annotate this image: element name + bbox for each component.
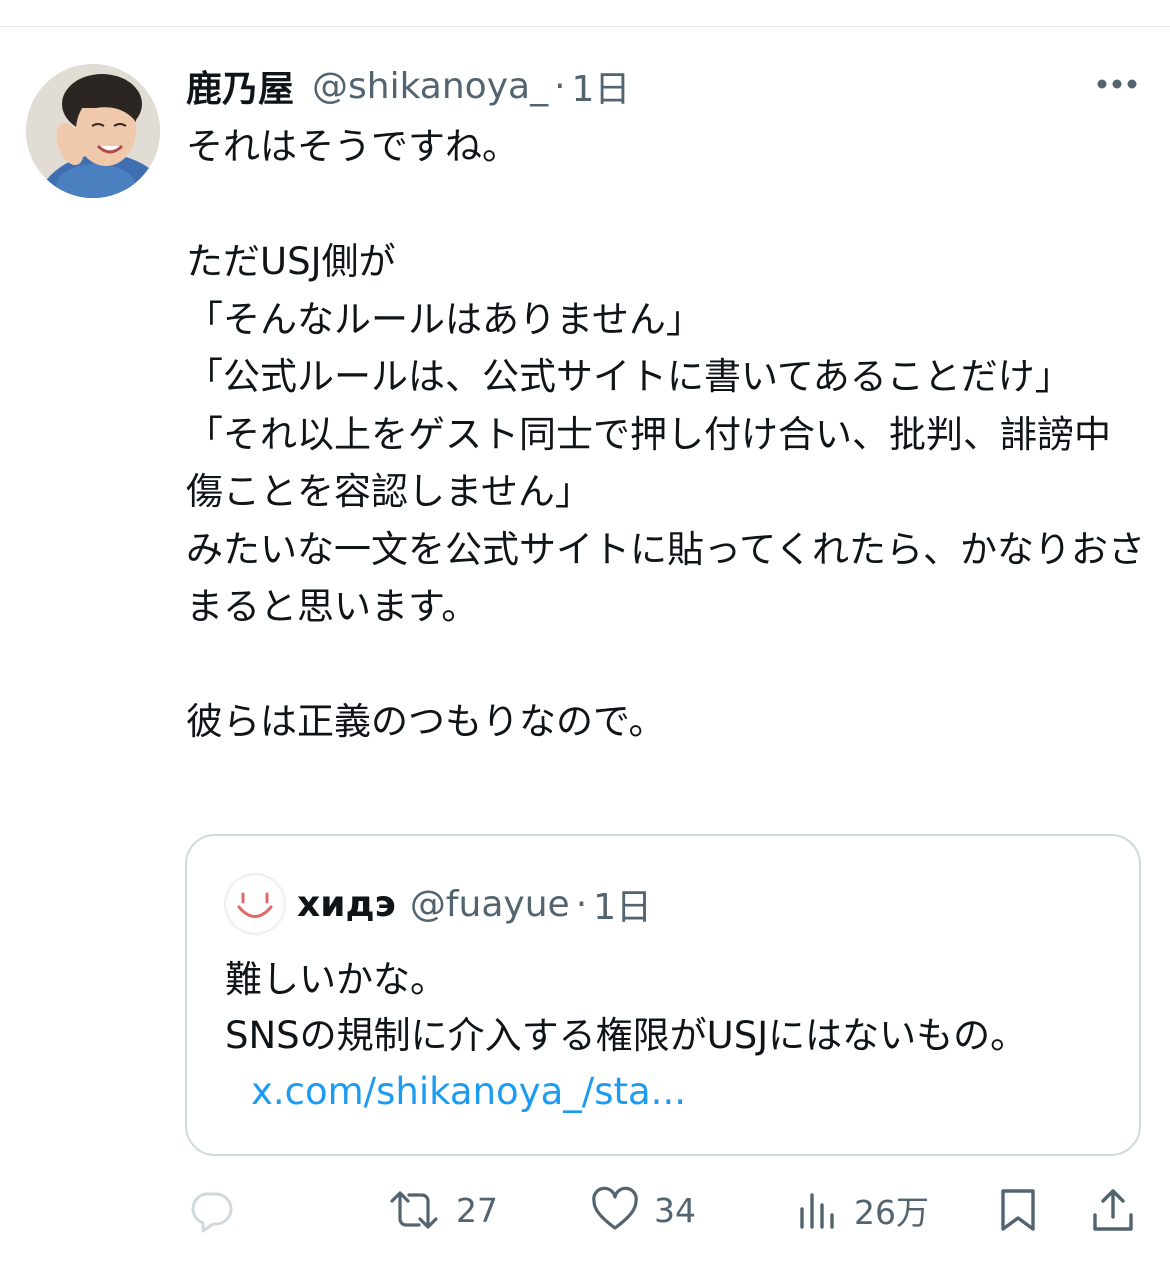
- heart-icon: [592, 1186, 638, 1230]
- smiley-avatar-icon: [225, 874, 285, 934]
- action-bar: 27 34 26万: [0, 1178, 1170, 1242]
- quote-separator-dot: ·: [575, 883, 588, 925]
- retweet-button[interactable]: 27: [386, 1178, 498, 1242]
- views-icon: [800, 1193, 834, 1229]
- timestamp[interactable]: 1日: [572, 60, 631, 112]
- quote-timestamp[interactable]: 1日: [593, 878, 652, 930]
- quote-header: хидэ @fuayue · 1日: [297, 878, 652, 930]
- quote-display-name[interactable]: хидэ: [297, 884, 396, 925]
- share-icon: [1093, 1189, 1133, 1231]
- more-dots-icon: [1097, 79, 1137, 89]
- avatar-photo: [26, 64, 160, 198]
- like-button[interactable]: 34: [590, 1178, 696, 1242]
- bookmark-icon: [1001, 1189, 1035, 1231]
- quote-tweet[interactable]: хидэ @fuayue · 1日 難しいかな。 SNSの規制に介入する権限がU…: [185, 834, 1141, 1156]
- quote-link[interactable]: x.com/shikanoya_/sta...: [251, 1070, 686, 1113]
- separator-dot: ·: [554, 65, 566, 107]
- reply-button[interactable]: [186, 1178, 250, 1242]
- views-button[interactable]: 26万: [796, 1178, 929, 1242]
- retweet-count: 27: [456, 1190, 498, 1230]
- more-button[interactable]: [1090, 66, 1144, 102]
- share-button[interactable]: [1090, 1178, 1136, 1242]
- tweet[interactable]: 鹿乃屋 @shikanoya_ · 1日 それはそうですね。 ただUSJ側が 「…: [0, 0, 1170, 1263]
- quote-body: 難しいかな。 SNSの規制に介入する権限がUSJにはないもの。: [225, 958, 1028, 1057]
- tweet-header: 鹿乃屋 @shikanoya_ · 1日: [186, 58, 630, 114]
- quote-avatar[interactable]: [225, 874, 285, 934]
- avatar[interactable]: [26, 64, 160, 198]
- tweet-text: それはそうですね。 ただUSJ側が 「そんなルールはありません」 「公式ルールは…: [186, 125, 1146, 743]
- quote-handle[interactable]: @fuayue: [410, 884, 570, 925]
- bookmark-button[interactable]: [996, 1178, 1040, 1242]
- like-count: 34: [654, 1190, 696, 1230]
- handle[interactable]: @shikanoya_: [312, 66, 548, 107]
- reply-icon: [191, 1192, 233, 1233]
- display-name[interactable]: 鹿乃屋: [186, 60, 294, 112]
- retweet-icon: [390, 1191, 438, 1229]
- quote-text: 難しいかな。 SNSの規制に介入する権限がUSJにはないもの。 x.com/shi…: [225, 952, 1105, 1120]
- views-count: 26万: [854, 1193, 929, 1232]
